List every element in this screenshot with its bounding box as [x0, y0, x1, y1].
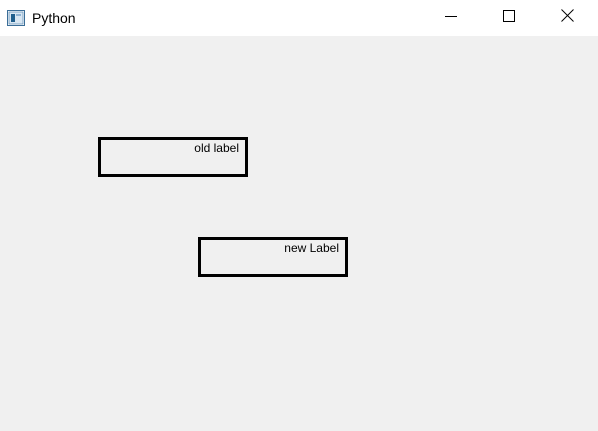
new-label-text: new Label [284, 241, 339, 255]
old-label-box: old label [98, 137, 248, 177]
title-bar[interactable]: Python [0, 0, 598, 36]
close-icon [560, 9, 574, 27]
minimize-button[interactable] [422, 0, 480, 36]
client-area: old label new Label [0, 36, 598, 431]
old-label-text: old label [194, 141, 239, 155]
minimize-icon [445, 9, 457, 27]
maximize-icon [503, 9, 515, 27]
python-window-icon[interactable] [7, 10, 25, 26]
maximize-button[interactable] [480, 0, 538, 36]
app-window: Python old label new Label [0, 0, 598, 431]
window-title: Python [32, 10, 76, 26]
new-label-box: new Label [198, 237, 348, 277]
close-button[interactable] [538, 0, 596, 36]
